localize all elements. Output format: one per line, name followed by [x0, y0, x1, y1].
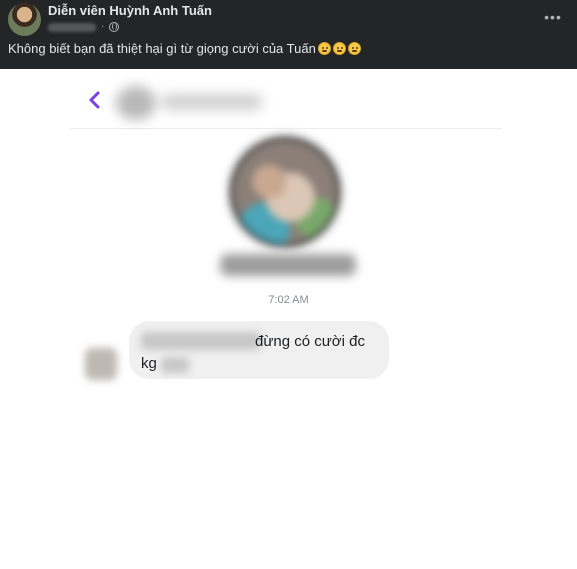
post-caption-text: Không biết bạn đã thiệt hại gì từ giọng … — [8, 41, 316, 56]
privacy-dot: · — [101, 21, 105, 32]
contact-name-redacted — [220, 254, 356, 276]
chevron-left-icon[interactable] — [88, 90, 102, 110]
author-name[interactable]: Diễn viên Huỳnh Anh Tuấn — [48, 3, 212, 18]
sender-avatar-redacted — [85, 348, 117, 380]
message-text-redacted — [141, 332, 261, 350]
contact-header-redacted — [116, 82, 276, 122]
more-options-icon[interactable]: ••• — [543, 7, 563, 27]
globe-icon[interactable] — [109, 22, 120, 32]
message-line-1: đừng có cười đc — [255, 333, 365, 350]
post-meta: · — [48, 21, 120, 33]
message-timestamp: 7:02 AM — [268, 294, 309, 306]
slight-smile-emoji — [332, 42, 346, 55]
post-caption: Không biết bạn đã thiệt hại gì từ giọng … — [8, 41, 361, 56]
message-text-redacted — [161, 357, 189, 373]
post-header: Diễn viên Huỳnh Anh Tuấn · ••• Không biế… — [0, 0, 577, 69]
message-line-2: kg — [141, 355, 157, 372]
message-bubble[interactable]: đừng có cười đc kg — [129, 321, 389, 379]
chat-topbar — [70, 76, 502, 129]
contact-profile-photo-redacted — [233, 140, 337, 244]
slight-smile-emoji — [347, 42, 361, 55]
slight-smile-emoji — [317, 42, 331, 55]
post-time-redacted — [48, 22, 96, 32]
author-avatar[interactable] — [8, 3, 41, 36]
